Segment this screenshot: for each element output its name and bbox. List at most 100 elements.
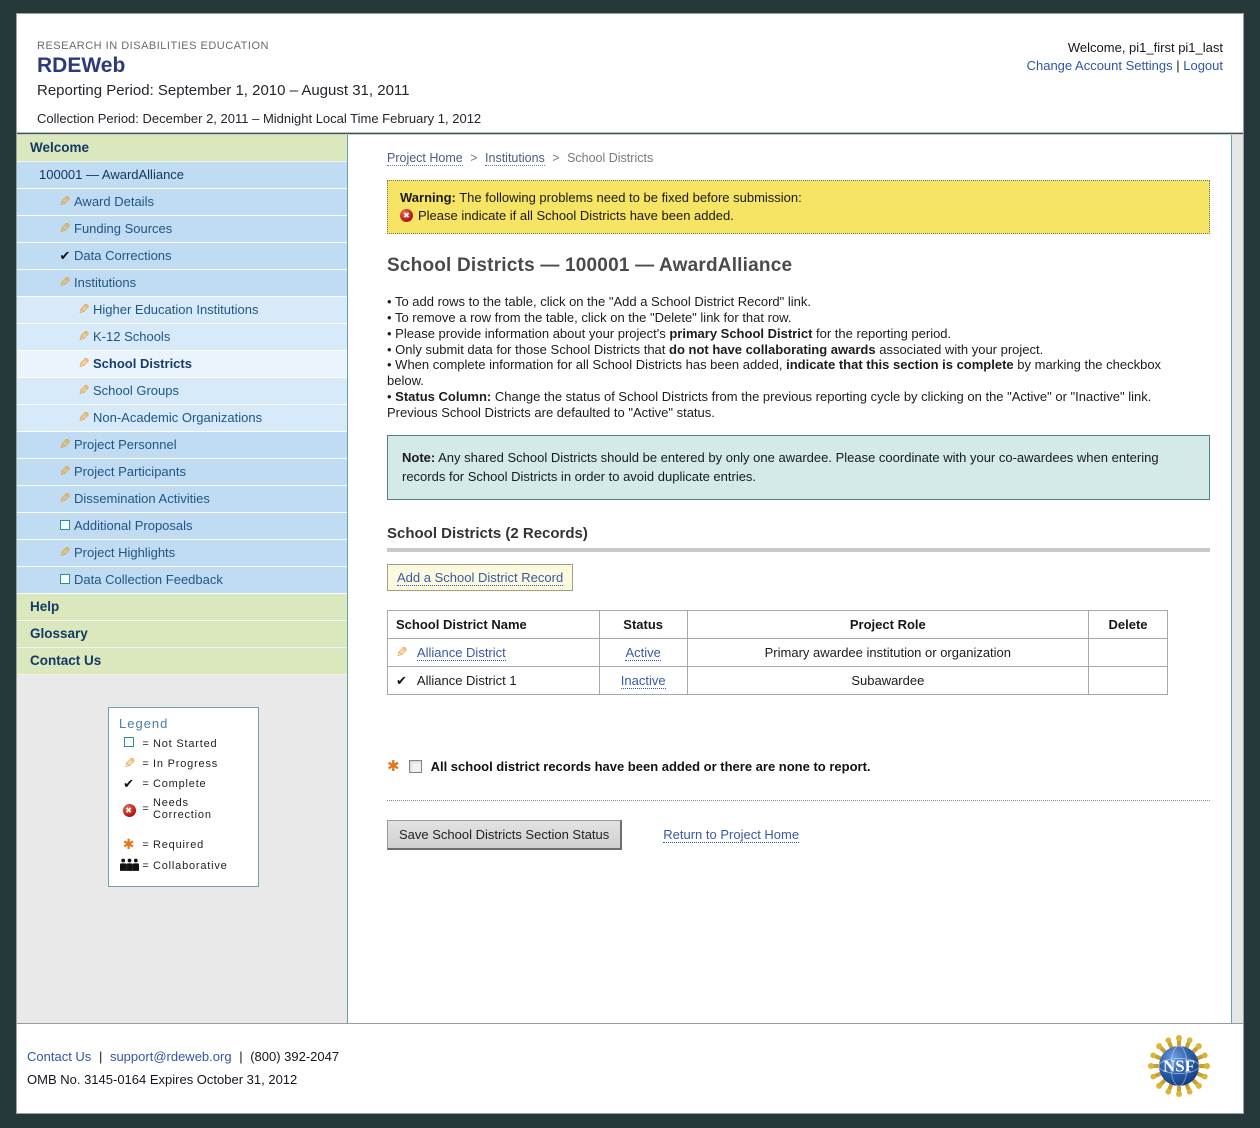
sidebar-item-project-participants[interactable]: ✎Project Participants [17,459,347,486]
omb-number: OMB No. 3145-0164 Expires October 31, 20… [27,1072,339,1087]
sidebar-item-award[interactable]: 100001 — AwardAlliance [17,162,347,189]
warning-box: Warning: The following problems need to … [387,180,1210,234]
sidebar-item-additional-proposals[interactable]: Additional Proposals [17,513,347,540]
save-section-status-button[interactable]: Save School Districts Section Status [387,820,622,850]
square-icon [119,737,139,750]
reporting-period: Reporting Period: September 1, 2010 – Au… [37,82,1223,99]
sidebar-item-k12-schools[interactable]: ✎K-12 Schools [17,324,347,351]
legend-item-needs-correction: ✖ = Needs Correction [119,797,250,821]
legend-box: Legend = Not Started ✎ = In Progress ✔ =… [108,707,259,887]
footer-contact-us-link[interactable]: Contact Us [27,1049,91,1064]
legend-item-complete: ✔ = Complete [119,777,250,791]
col-school-district-name: School District Name [388,610,600,638]
sidebar-item-award-details[interactable]: ✎Award Details [17,189,347,216]
right-rail [1231,135,1243,1023]
legend-title: Legend [119,716,250,731]
instruction-item: To remove a row from the table, click on… [387,310,1197,326]
change-account-settings-link[interactable]: Change Account Settings [1027,58,1173,73]
table-row: ✎ Alliance District Active Primary award… [388,638,1168,666]
sidebar-item-institutions[interactable]: ✎Institutions [17,270,347,297]
pencil-icon: ✎ [56,189,74,215]
sidebar-item-data-corrections[interactable]: ✔Data Corrections [17,243,347,270]
sidebar-item-welcome[interactable]: Welcome [17,135,347,162]
instruction-item: When complete information for all School… [387,357,1197,389]
breadcrumb-current: School Districts [567,151,653,165]
people-icon [119,858,139,874]
records-heading: School Districts (2 Records) [387,525,1211,542]
school-districts-table: School District Name Status Project Role… [387,610,1168,695]
instruction-item: Only submit data for those School Distri… [387,342,1197,358]
error-icon: ✖ [400,209,413,222]
check-icon: ✔ [119,777,139,791]
legend-item-in-progress: ✎ = In Progress [119,756,250,771]
project-role-cell: Subawardee [687,666,1088,694]
header: RESEARCH IN DISABILITIES EDUCATION RDEWe… [17,14,1243,132]
col-project-role: Project Role [687,610,1088,638]
instructions-list: To add rows to the table, click on the "… [387,294,1197,421]
pencil-icon: ✎ [75,405,93,431]
warning-error-message: Please indicate if all School Districts … [418,208,734,223]
sidebar-item-contact-us[interactable]: Contact Us [17,648,347,675]
sidebar-item-glossary[interactable]: Glossary [17,621,347,648]
svg-text:NSF: NSF [1163,1056,1195,1075]
instruction-item: To add rows to the table, click on the "… [387,294,1197,310]
district-name-text: Alliance District 1 [417,673,517,688]
logout-link[interactable]: Logout [1183,58,1223,73]
sidebar-item-help[interactable]: Help [17,594,347,621]
footer-phone: (800) 392-2047 [250,1049,339,1064]
breadcrumb-project-home[interactable]: Project Home [387,151,463,166]
sidebar-item-data-collection-feedback[interactable]: Data Collection Feedback [17,567,347,594]
square-icon [56,513,74,539]
project-role-cell: Primary awardee institution or organizat… [687,638,1088,666]
check-icon: ✔ [396,673,414,688]
district-name-link[interactable]: Alliance District [417,645,506,661]
pencil-icon: ✎ [56,486,74,512]
sidebar-item-dissemination-activities[interactable]: ✎Dissemination Activities [17,486,347,513]
sidebar-item-non-academic-organizations[interactable]: ✎Non-Academic Organizations [17,405,347,432]
footer: Contact Us | support@rdeweb.org | (800) … [17,1023,1243,1113]
pencil-icon: ✎ [56,432,74,458]
pencil-icon: ✎ [56,540,74,566]
pencil-icon: ✎ [56,270,74,296]
all-records-added-checkbox[interactable] [409,760,422,773]
sidebar-item-funding-sources[interactable]: ✎Funding Sources [17,216,347,243]
page-title: School Districts — 100001 — AwardAllianc… [387,255,1211,277]
sidebar-item-school-districts[interactable]: ✎School Districts [17,351,347,378]
sidebar-item-project-personnel[interactable]: ✎Project Personnel [17,432,347,459]
error-icon: ✖ [119,802,139,817]
sidebar-nav: Welcome 100001 — AwardAlliance ✎Award De… [17,135,348,1023]
confirm-row: ✱ All school district records have been … [387,759,1211,774]
legend-item-collaborative: = Collaborative [119,858,250,874]
page-frame: RESEARCH IN DISABILITIES EDUCATION RDEWe… [16,13,1244,1114]
note-label: Note: [402,450,435,465]
status-link[interactable]: Inactive [621,673,666,689]
section-divider [387,800,1210,801]
return-to-project-home-link[interactable]: Return to Project Home [663,827,799,843]
welcome-user: Welcome, pi1_first pi1_last [1027,40,1223,55]
sidebar-item-project-highlights[interactable]: ✎Project Highlights [17,540,347,567]
pencil-icon: ✎ [75,351,93,377]
breadcrumb: Project Home > Institutions > School Dis… [387,151,1211,165]
header-link-separator: | [1176,58,1179,73]
warning-text: The following problems need to be fixed … [456,190,802,205]
warning-label: Warning: [400,190,456,205]
check-icon: ✔ [56,243,74,269]
records-divider [387,548,1210,552]
pencil-icon: ✎ [75,378,93,404]
pencil-icon: ✎ [56,459,74,485]
note-box: Note: Any shared School Districts should… [387,435,1210,500]
pencil-icon: ✎ [75,324,93,350]
sidebar-item-school-groups[interactable]: ✎School Groups [17,378,347,405]
legend-item-required: ✱ = Required [119,837,250,852]
add-record-button[interactable]: Add a School District Record [387,564,573,591]
add-record-link[interactable]: Add a School District Record [397,570,563,586]
status-link[interactable]: Active [625,645,660,661]
required-icon: ✱ [387,759,400,774]
pencil-icon: ✎ [75,297,93,323]
square-icon [56,567,74,593]
breadcrumb-institutions[interactable]: Institutions [485,151,545,166]
table-row: ✔ Alliance District 1 Inactive Subawarde… [388,666,1168,694]
sidebar-item-higher-education-institutions[interactable]: ✎Higher Education Institutions [17,297,347,324]
col-delete: Delete [1089,610,1168,638]
footer-email-link[interactable]: support@rdeweb.org [110,1049,232,1064]
